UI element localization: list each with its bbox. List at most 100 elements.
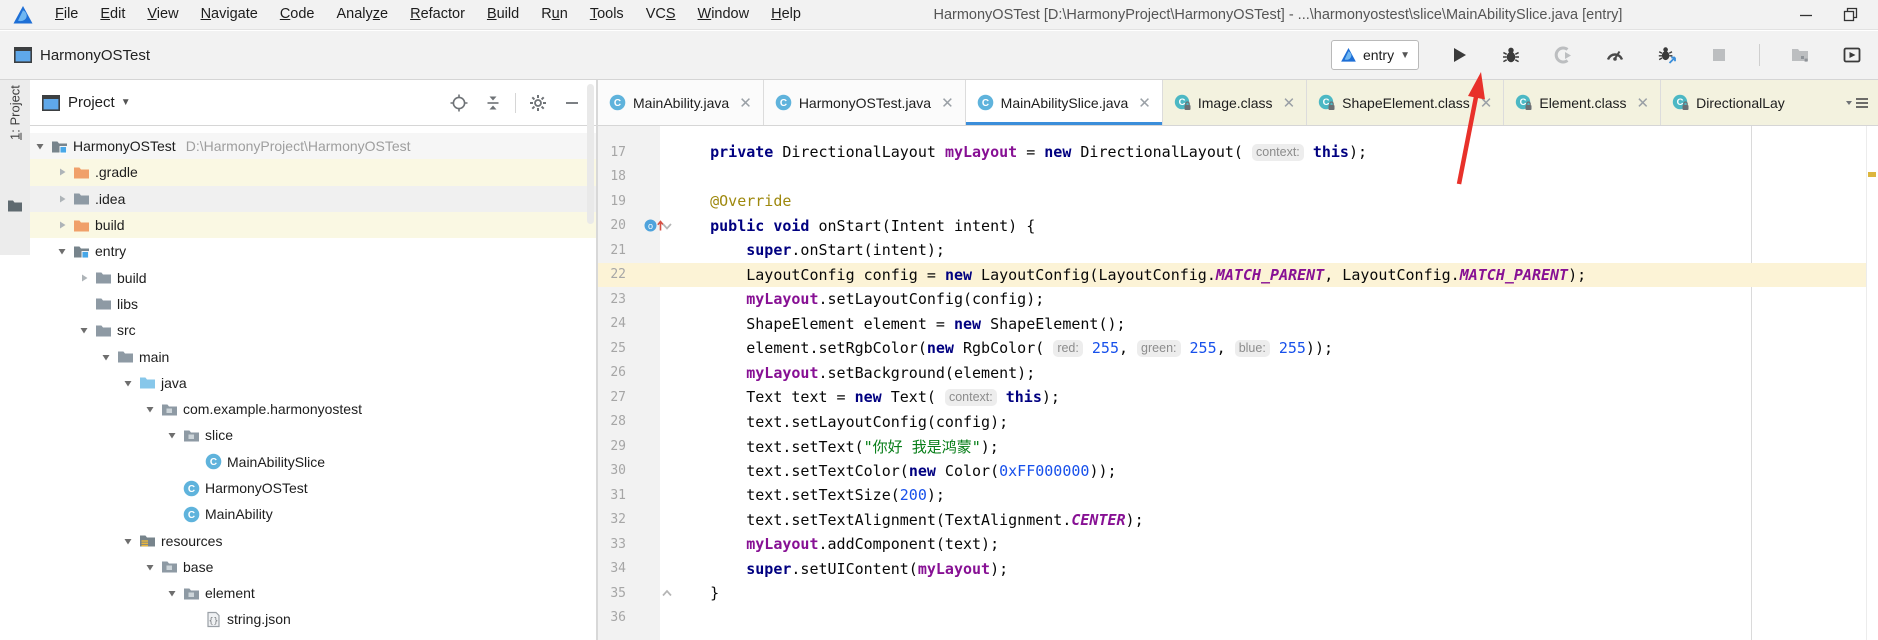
tree-item-label: element: [205, 585, 255, 601]
stop-button[interactable]: [1707, 43, 1731, 67]
menu-item-build[interactable]: Build: [476, 0, 530, 29]
tab-shapeelement-class[interactable]: CShapeElement.class✕: [1307, 80, 1504, 125]
tree-row-src[interactable]: src: [30, 317, 596, 343]
toolbar-project-name: HarmonyOSTest: [40, 47, 150, 64]
close-icon[interactable]: ✕: [1283, 94, 1296, 112]
tree-expand-icon[interactable]: [55, 165, 69, 179]
code-text: myLayout.addComponent(text);: [674, 535, 999, 553]
tree-expand-icon[interactable]: [55, 218, 69, 232]
minimize-button[interactable]: [1784, 1, 1828, 29]
tree-row-entry[interactable]: entry: [30, 238, 596, 264]
run-with-coverage-button[interactable]: [1551, 43, 1575, 67]
folder-gray-icon: [95, 322, 112, 339]
settings-button[interactable]: [526, 91, 550, 115]
tree-row-main[interactable]: main: [30, 343, 596, 369]
fold-marker-icon[interactable]: [660, 586, 674, 600]
token-const: MATCH_PARENT: [1216, 266, 1324, 284]
tree-expand-icon[interactable]: [121, 534, 135, 548]
fold-marker-icon[interactable]: [660, 219, 674, 233]
menu-item-file[interactable]: File: [44, 0, 89, 29]
run-button[interactable]: [1447, 43, 1471, 67]
tree-row-mainabilityslice[interactable]: CMainAbilitySlice: [30, 449, 596, 475]
menu-item-code[interactable]: Code: [269, 0, 326, 29]
run-configuration-select[interactable]: entry ▼: [1331, 40, 1419, 70]
close-icon[interactable]: ✕: [739, 94, 752, 112]
tree-row-media[interactable]: media: [30, 633, 596, 640]
code-text: }: [674, 584, 719, 602]
tab-list-button[interactable]: [1836, 80, 1878, 125]
menu-item-analyze[interactable]: Analyze: [326, 0, 400, 29]
tree-row-com-example-harmonyostest[interactable]: com.example.harmonyostest: [30, 396, 596, 422]
tree-expand-icon[interactable]: [99, 350, 113, 364]
profiler-button[interactable]: [1603, 43, 1627, 67]
tree-expand-icon[interactable]: [143, 402, 157, 416]
tree-row-build[interactable]: build: [30, 212, 596, 238]
tree-row--gradle[interactable]: .gradle: [30, 159, 596, 185]
tab-mainabilityslice-java[interactable]: CMainAbilitySlice.java✕: [966, 80, 1163, 125]
tree-expand-icon[interactable]: [77, 271, 91, 285]
tree-expand-icon[interactable]: [165, 428, 179, 442]
tree-expand-icon[interactable]: [121, 376, 135, 390]
hide-button[interactable]: [560, 91, 584, 115]
tree-row-mainability[interactable]: CMainAbility: [30, 501, 596, 527]
tree-row-base[interactable]: base: [30, 554, 596, 580]
chevron-down-icon[interactable]: ▼: [121, 97, 131, 108]
token-const: CENTER: [1071, 511, 1125, 529]
tree-row-element[interactable]: element: [30, 580, 596, 606]
token-kw: new: [954, 315, 981, 333]
tree-expand-icon[interactable]: [55, 244, 69, 258]
attach-debugger-button[interactable]: [1655, 43, 1679, 67]
project-panel-title[interactable]: Project: [68, 94, 115, 111]
tree-row-resources[interactable]: resources: [30, 527, 596, 553]
code-text: public void onStart(Intent intent) {: [674, 217, 1035, 235]
tree-expand-icon[interactable]: [55, 192, 69, 206]
locate-button[interactable]: [447, 91, 471, 115]
menu-item-window[interactable]: Window: [687, 0, 761, 29]
tree-expand-icon[interactable]: [143, 560, 157, 574]
close-icon[interactable]: ✕: [1637, 94, 1650, 112]
close-icon[interactable]: ✕: [941, 94, 954, 112]
restore-button[interactable]: [1828, 1, 1872, 29]
menu-item-navigate[interactable]: Navigate: [190, 0, 269, 29]
tab-directionallay[interactable]: CDirectionalLay: [1661, 80, 1796, 125]
folder-orange-icon: [73, 217, 90, 234]
tree-spacer: [187, 455, 201, 469]
tab-image-class[interactable]: CImage.class✕: [1163, 80, 1307, 125]
close-icon[interactable]: ✕: [1138, 94, 1151, 112]
menu-item-view[interactable]: View: [136, 0, 189, 29]
tree-scrollbar[interactable]: [587, 84, 594, 224]
tree-row-slice[interactable]: slice: [30, 422, 596, 448]
menu-item-tools[interactable]: Tools: [579, 0, 635, 29]
debug-button[interactable]: [1499, 43, 1523, 67]
menu-item-vcs[interactable]: VCS: [635, 0, 687, 29]
tree-row-harmonyostest[interactable]: HarmonyOSTestD:\HarmonyProject\HarmonyOS…: [30, 133, 596, 159]
tree-row-string-json[interactable]: {}string.json: [30, 606, 596, 632]
menu-item-edit[interactable]: Edit: [89, 0, 136, 29]
gutter-icons: [644, 434, 674, 459]
error-stripe-scrollbar[interactable]: [1866, 126, 1878, 640]
tab-mainability-java[interactable]: CMainAbility.java✕: [598, 80, 764, 125]
tree-row-harmonyostest[interactable]: CHarmonyOSTest: [30, 475, 596, 501]
close-icon[interactable]: ✕: [1480, 94, 1493, 112]
tree-row-libs[interactable]: libs: [30, 291, 596, 317]
folder-resources-icon: [139, 532, 156, 549]
tree-expand-icon[interactable]: [165, 586, 179, 600]
menu-item-run[interactable]: Run: [530, 0, 579, 29]
tree-row--idea[interactable]: .idea: [30, 186, 596, 212]
menu-item-help[interactable]: Help: [760, 0, 812, 29]
tab-element-class[interactable]: CElement.class✕: [1504, 80, 1661, 125]
tab-harmonyostest-java[interactable]: CHarmonyOSTest.java✕: [764, 80, 966, 125]
menu-item-refactor[interactable]: Refactor: [399, 0, 476, 29]
tree-expand-icon[interactable]: [33, 139, 47, 153]
tree-row-java[interactable]: java: [30, 370, 596, 396]
collapse-all-button[interactable]: [481, 91, 505, 115]
token-field: myLayout: [746, 364, 818, 382]
token-kw: new: [909, 462, 936, 480]
project-stripe-button[interactable]: 1: Project: [8, 85, 23, 140]
tree-expand-icon[interactable]: [77, 323, 91, 337]
tool-windows-button[interactable]: [1788, 43, 1812, 67]
class-java-icon: C: [775, 94, 792, 111]
tree-row-build[interactable]: build: [30, 264, 596, 290]
code-area[interactable]: 17 private DirectionalLayout myLayout = …: [598, 126, 1878, 640]
run-panel-button[interactable]: [1840, 43, 1864, 67]
